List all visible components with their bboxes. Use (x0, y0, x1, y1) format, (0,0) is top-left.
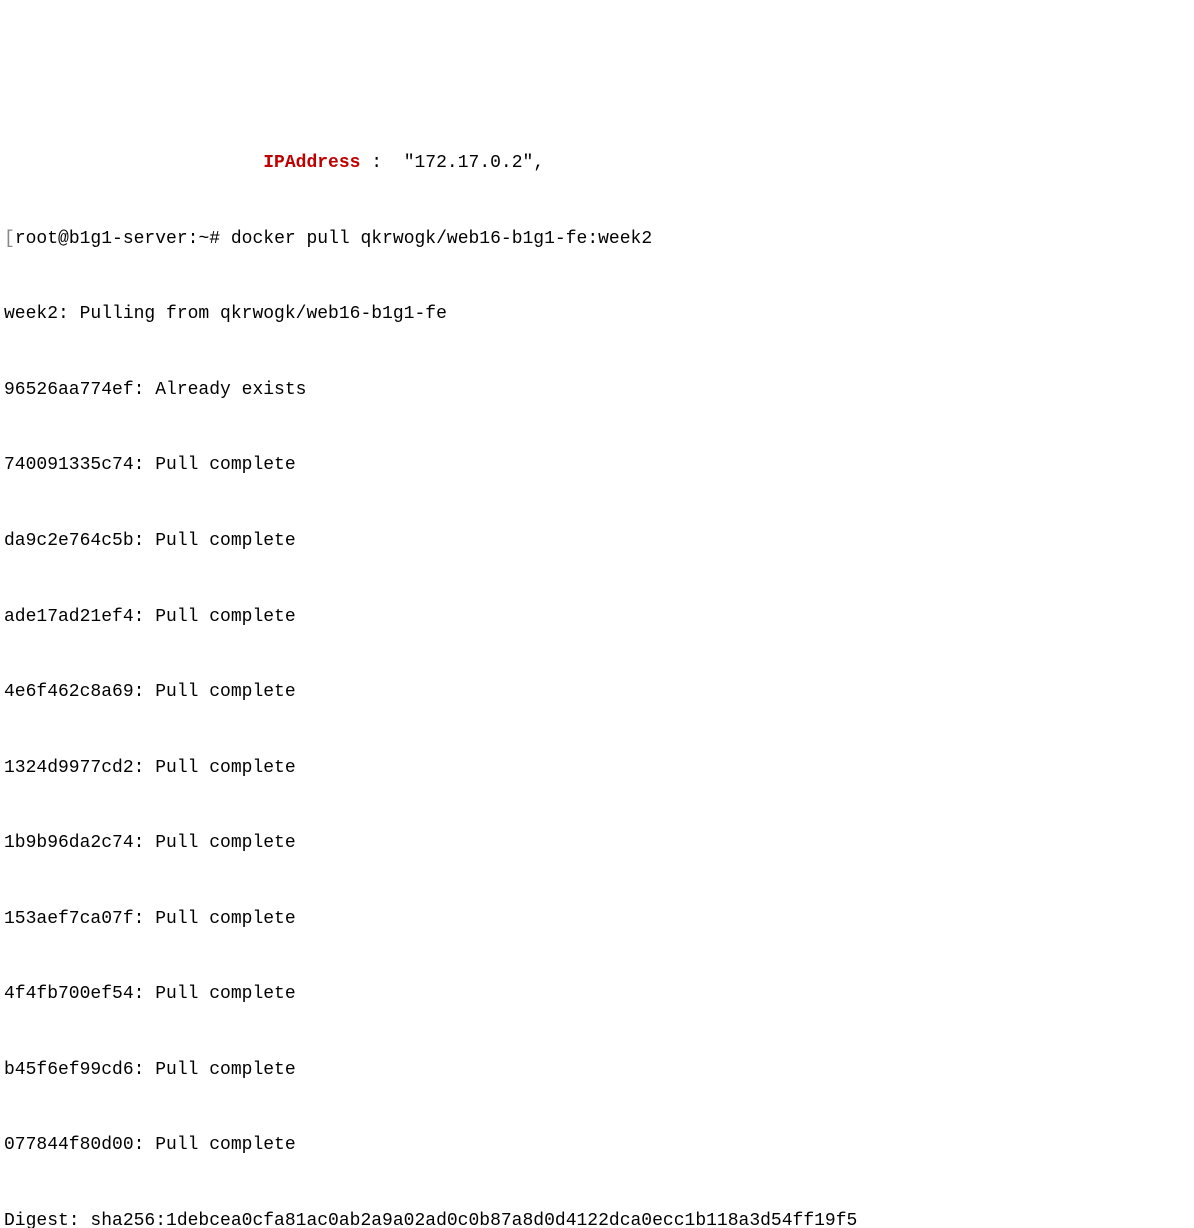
output-line: 1324d9977cd2: Pull complete (4, 756, 1190, 781)
output-line: week2: Pulling from qkrwogk/web16-b1g1-f… (4, 302, 1190, 327)
output-line: 96526aa774ef: Already exists (4, 378, 1190, 403)
prompt-line-1: [root@b1g1-server:~# docker pull qkrwogk… (4, 227, 1190, 252)
bracket-icon: [ (4, 229, 15, 249)
ipaddress-sep: : (371, 153, 382, 173)
partial-top-line: IPAddress : "172.17.0.2", (4, 151, 1190, 176)
output-line: 4e6f462c8a69: Pull complete (4, 680, 1190, 705)
ipaddress-value: "172.17.0.2", (404, 153, 544, 173)
output-line: 153aef7ca07f: Pull complete (4, 907, 1190, 932)
output-line: Digest: sha256:1debcea0cfa81ac0ab2a9a02a… (4, 1209, 1190, 1228)
output-line: 1b9b96da2c74: Pull complete (4, 831, 1190, 856)
output-line: 077844f80d00: Pull complete (4, 1133, 1190, 1158)
output-line: b45f6ef99cd6: Pull complete (4, 1058, 1190, 1083)
terminal[interactable]: IPAddress : "172.17.0.2", [root@b1g1-ser… (4, 101, 1190, 1228)
ipaddress-label: IPAddress (263, 153, 360, 173)
output-line: da9c2e764c5b: Pull complete (4, 529, 1190, 554)
output-line: ade17ad21ef4: Pull complete (4, 605, 1190, 630)
output-line: 740091335c74: Pull complete (4, 453, 1190, 478)
shell-command: docker pull qkrwogk/web16-b1g1-fe:week2 (231, 229, 652, 249)
output-line: 4f4fb700ef54: Pull complete (4, 982, 1190, 1007)
shell-prompt: root@b1g1-server:~# (15, 229, 220, 249)
